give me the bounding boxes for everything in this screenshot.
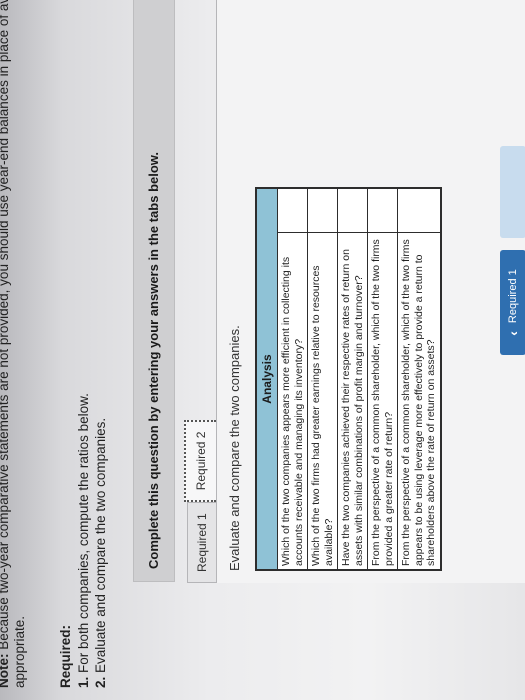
previous-tab-button[interactable]: ‹ Required 1	[500, 250, 525, 355]
question-cell: From the perspective of a common shareho…	[368, 232, 397, 569]
tab-panel: Evaluate and compare the two companies. …	[216, 0, 525, 583]
question-page: Note: Because two-year comparative state…	[0, 0, 525, 700]
question-cell: Which of the two firms had greater earni…	[308, 232, 337, 569]
question-cell: Have the two companies achieved their re…	[338, 232, 367, 569]
required-item-2-number: 2.	[93, 676, 108, 688]
tab-bar: Required 1 Required 2	[180, 419, 216, 583]
note-label: Note:	[0, 653, 11, 689]
previous-tab-label: Required 1	[507, 269, 519, 324]
analysis-table: Analysis Which of the two companies appe…	[255, 187, 442, 571]
required-item-1-text: For both companies, compute the ratios b…	[76, 393, 91, 677]
answer-cell[interactable]	[308, 189, 337, 232]
tab-required-1[interactable]: Required 1	[187, 502, 216, 583]
note-text: Because two-year comparative statements …	[0, 0, 11, 650]
chevron-left-icon: ‹	[505, 331, 521, 336]
note-line-continued: appropriate.	[12, 615, 27, 688]
next-tab-button[interactable]	[500, 146, 525, 238]
question-cell: From the perspective of a common shareho…	[398, 232, 440, 569]
instruction-banner: Complete this question by entering your …	[133, 0, 175, 582]
required-item-1-number: 1.	[76, 676, 91, 688]
question-cell: Which of the two companies appears more …	[278, 232, 307, 569]
table-row: Which of the two firms had greater earni…	[308, 189, 338, 569]
required-item-1: 1. For both companies, compute the ratio…	[76, 393, 91, 688]
table-row: From the perspective of a common shareho…	[368, 189, 398, 569]
table-row: Which of the two companies appears more …	[278, 189, 308, 569]
answer-cell[interactable]	[398, 189, 440, 232]
answer-cell[interactable]	[278, 189, 307, 232]
required-item-2-text: Evaluate and compare the two companies.	[93, 417, 108, 677]
table-row: From the perspective of a common shareho…	[398, 189, 440, 569]
tab-required-2[interactable]: Required 2	[184, 419, 216, 503]
table-row: Have the two companies achieved their re…	[338, 189, 368, 569]
panel-instruction: Evaluate and compare the two companies.	[227, 325, 242, 571]
answer-cell[interactable]	[338, 189, 367, 232]
answer-cell[interactable]	[368, 189, 397, 232]
note-line: Note: Because two-year comparative state…	[0, 0, 11, 688]
required-heading: Required:	[58, 624, 73, 688]
required-item-2: 2. Evaluate and compare the two companie…	[93, 418, 108, 688]
instruction-banner-text: Complete this question by entering your …	[146, 151, 161, 569]
table-header: Analysis	[257, 189, 278, 569]
